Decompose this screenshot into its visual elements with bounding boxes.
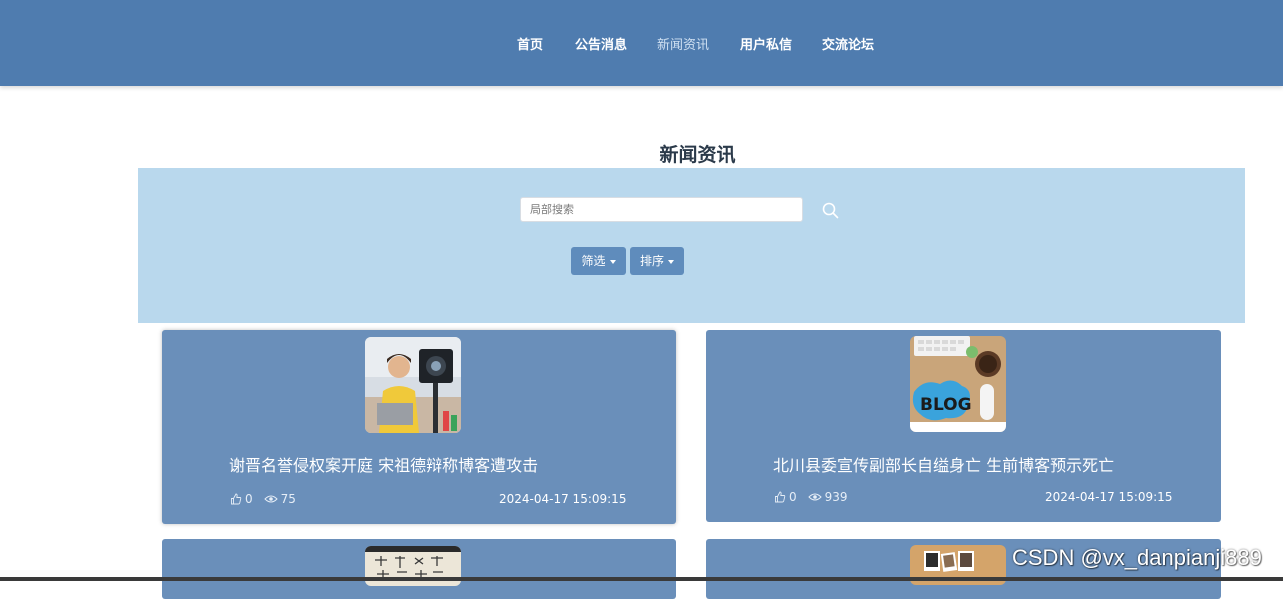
caret-down-icon — [609, 259, 616, 264]
news-date: 2024-04-17 15:09:15 — [499, 492, 627, 506]
nav-item-news[interactable]: 新闻资讯 — [657, 34, 709, 53]
news-thumbnail — [365, 337, 461, 433]
page-title: 新闻资讯 — [659, 144, 736, 166]
thumbs-up-icon[interactable] — [774, 491, 786, 503]
svg-text:BLOG: BLOG — [920, 395, 972, 415]
search-panel: 筛选 排序 — [138, 168, 1245, 323]
eye-icon — [807, 493, 822, 501]
view-count: 939 — [824, 490, 848, 504]
news-stats: 0 75 — [230, 492, 296, 506]
thumbs-up-icon[interactable] — [230, 493, 242, 505]
news-thumbnail: BLOG — [910, 336, 1006, 432]
main-nav: 首页 公告消息 新闻资讯 用户私信 交流论坛 — [0, 34, 1283, 54]
caret-down-icon — [668, 259, 674, 264]
news-title[interactable]: 北川县委宣传副部长自缢身亡 生前博客预示死亡 — [773, 452, 1114, 476]
news-stats: 0 939 — [774, 490, 848, 504]
bottom-edge-bar — [0, 577, 1283, 581]
sort-button-label: 排序 — [639, 254, 664, 268]
eye-icon — [263, 495, 278, 503]
view-count: 75 — [280, 492, 296, 506]
nav-item-forum[interactable]: 交流论坛 — [822, 34, 874, 53]
news-title[interactable]: 谢晋名誉侵权案开庭 宋祖德辩称博客遭攻击 — [229, 452, 538, 476]
news-date: 2024-04-17 15:09:15 — [1045, 490, 1173, 504]
news-card[interactable]: 谢晋名誉侵权案开庭 宋祖德辩称博客遭攻击 0 75 2024-04-17 15:… — [162, 330, 676, 524]
news-card[interactable]: BLOG 北川县委宣传副部长自缢身亡 生前博客预示死亡 0 939 2024-0… — [706, 330, 1221, 522]
news-card[interactable] — [162, 539, 676, 599]
like-count: 0 — [245, 492, 253, 506]
filter-button-label: 筛选 — [581, 254, 606, 268]
search-icon[interactable] — [821, 201, 841, 221]
nav-item-notices[interactable]: 公告消息 — [575, 34, 627, 53]
like-count: 0 — [789, 490, 797, 504]
watermark: CSDN @vx_danpianji889 — [1012, 545, 1262, 570]
search-input[interactable] — [520, 197, 803, 222]
sort-dropdown-button[interactable]: 排序 — [630, 247, 684, 275]
top-navbar: 首页 公告消息 新闻资讯 用户私信 交流论坛 — [0, 0, 1283, 86]
nav-item-home[interactable]: 首页 — [517, 34, 543, 53]
nav-item-messages[interactable]: 用户私信 — [740, 34, 792, 53]
filter-dropdown-button[interactable]: 筛选 — [571, 247, 626, 275]
